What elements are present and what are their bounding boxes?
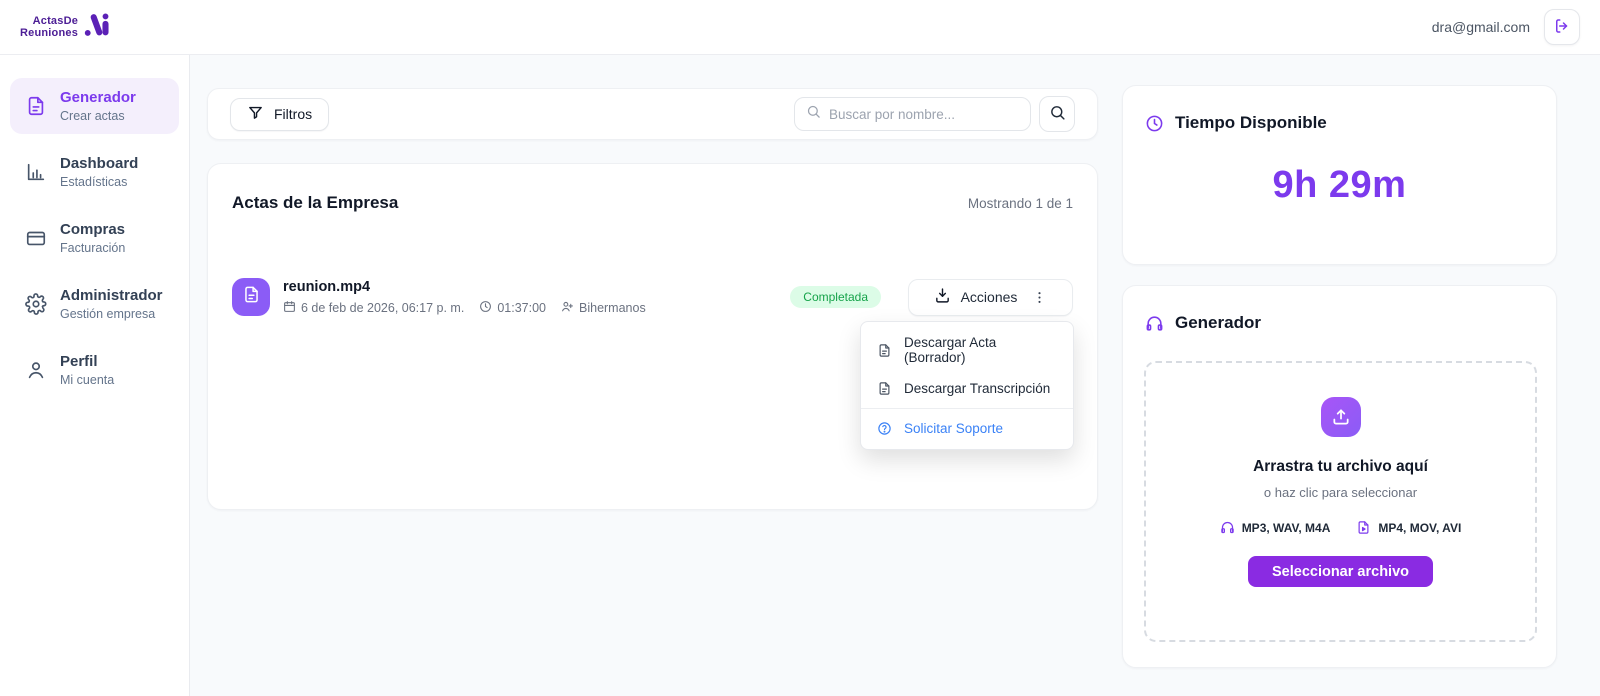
menu-item-descargar-transcripcion[interactable]: Descargar Transcripción [861,373,1073,404]
filters-button[interactable]: Filtros [230,97,330,131]
sidebar-item-sublabel: Estadísticas [60,175,128,189]
document-icon [877,381,892,396]
document-icon [877,343,892,358]
dropzone-subtitle: o haz clic para seleccionar [1263,485,1418,500]
upload-icon [1320,397,1361,437]
sidebar-item-sublabel: Gestión empresa [60,307,156,321]
kebab-menu-icon [1032,290,1047,305]
user-icon [25,359,47,381]
menu-item-label: Solicitar Soporte [904,421,1004,436]
search-box [794,97,1031,131]
actions-label: Acciones [960,289,1018,305]
calendar-icon [283,300,296,316]
list-count: Mostrando 1 de 1 [967,195,1073,211]
actions-dropdown-menu: Descargar Acta (Borrador) Descargar Tran… [860,321,1074,450]
video-file-icon [1356,520,1371,535]
search-button[interactable] [1039,96,1075,132]
document-icon [25,95,47,117]
menu-item-solicitar-soporte[interactable]: Solicitar Soporte [861,413,1073,444]
document-icon [242,285,261,309]
app-logo: ActasDe Reuniones [20,11,110,43]
filter-funnel-icon [247,104,264,124]
headphones-icon [1220,520,1235,535]
app-header: ActasDe Reuniones dra@gmail.com [0,0,1600,55]
clock-icon [479,300,492,316]
clock-icon [1145,114,1164,133]
menu-item-descargar-acta[interactable]: Descargar Acta (Borrador) [861,327,1073,373]
audio-formats-label: MP3, WAV, M4A [1241,520,1331,535]
file-dropzone[interactable]: Arrastra tu archivo aquí o haz clic para… [1144,361,1537,642]
help-circle-icon [877,421,892,436]
time-available-value: 9h 29m [1272,164,1407,206]
headphones-icon [1145,314,1164,333]
credit-card-icon [25,227,47,249]
filters-label: Filtros [274,106,313,122]
bar-chart-icon [25,161,47,183]
sidebar-item-administrador[interactable]: Administrador Gestión empresa [10,276,179,332]
logo-mark-icon [83,11,110,43]
sidebar-item-generador[interactable]: Generador Crear actas [10,78,179,134]
dropzone-title: Arrastra tu archivo aquí [1253,458,1428,475]
logout-icon [1553,17,1571,38]
actions-button[interactable]: Acciones [908,278,1073,316]
menu-item-label: Descargar Acta (Borrador) [904,335,997,365]
file-owner: Bihermanos [579,300,646,315]
generator-card-title: Generador [1175,313,1261,332]
generator-card: Generador Arrastra tu archivo aquí o haz… [1122,285,1557,668]
status-badge: Completada [790,286,881,308]
sidebar-item-label: Perfil [60,353,98,370]
sidebar-item-label: Administrador [60,287,163,304]
list-title: Actas de la Empresa [232,193,399,212]
time-available-card: Tiempo Disponible 9h 29m [1122,85,1557,265]
sidebar-item-label: Compras [60,221,126,238]
sidebar-item-dashboard[interactable]: Dashboard Estadísticas [10,144,179,200]
sidebar-item-compras[interactable]: Compras Facturación [10,210,179,266]
table-row: reunion.mp4 6 de feb de 2026, 06:17 p. m… [232,278,1073,316]
logo-line2: Reuniones [20,27,79,39]
sidebar-item-label: Generador [60,89,136,106]
gear-icon [25,293,47,315]
search-icon [806,104,821,124]
sidebar-item-sublabel: Mi cuenta [60,373,115,387]
file-name: reunion.mp4 [283,278,371,295]
download-icon [934,287,951,307]
user-plus-icon [561,300,574,316]
menu-item-label: Descargar Transcripción [904,381,1051,396]
file-duration: 01:37:00 [497,300,546,315]
video-formats-label: MP4, MOV, AVI [1378,520,1462,535]
sidebar: Generador Crear actas Dashboard Estadíst… [0,55,190,696]
file-type-badge [232,278,270,316]
logo-line1: ActasDe [32,15,79,27]
file-date: 6 de feb de 2026, 06:17 p. m. [301,300,465,315]
user-email: dra@gmail.com [1431,19,1530,35]
sidebar-item-label: Dashboard [60,155,139,172]
logout-button[interactable] [1544,9,1580,45]
select-file-button[interactable]: Seleccionar archivo [1248,556,1433,587]
sidebar-item-sublabel: Crear actas [60,109,125,123]
time-card-title: Tiempo Disponible [1175,113,1327,132]
sidebar-item-sublabel: Facturación [60,241,126,255]
search-input[interactable] [829,106,1019,122]
sidebar-item-perfil[interactable]: Perfil Mi cuenta [10,342,179,398]
search-icon [1049,104,1066,124]
toolbar: Filtros [207,88,1098,140]
menu-divider [861,408,1073,409]
